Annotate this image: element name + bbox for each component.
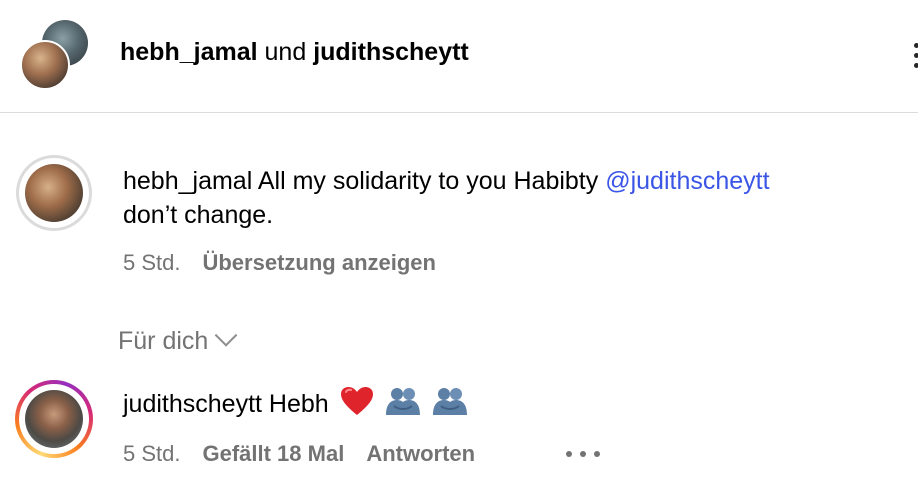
comment-more-options-icon[interactable]	[566, 451, 602, 459]
avatar-photo	[25, 390, 83, 448]
hugging-people-icon	[432, 386, 468, 425]
for-you-section-toggle[interactable]: Für dich	[118, 324, 238, 357]
comment-meta: 5 Std. Übersetzung anzeigen	[123, 249, 436, 277]
comment-mention-link[interactable]: @judithscheytt	[605, 167, 769, 195]
header-username-2[interactable]: judithscheytt	[313, 38, 469, 66]
thread-title: hebh_jamal und judithscheytt	[120, 36, 469, 68]
comment-text: Hebh	[268, 390, 329, 419]
comment-avatar[interactable]	[16, 155, 92, 231]
header-username-1[interactable]: hebh_jamal	[120, 38, 258, 66]
comment-thread-view: hebh_jamal und judithscheytt hebh_jamal …	[0, 0, 918, 488]
comment-username[interactable]: judithscheytt	[123, 390, 262, 418]
comment-avatar-story-ring[interactable]	[15, 380, 93, 458]
more-options-icon[interactable]	[904, 40, 918, 70]
hugging-people-icon	[385, 386, 421, 425]
comment-text-continued: don’t change.	[123, 201, 274, 229]
header-joiner: und	[264, 38, 307, 66]
chevron-down-icon	[214, 324, 238, 347]
comment-body: judithscheytt Hebh	[123, 386, 468, 425]
comment-body: hebh_jamal All my solidarity to you Habi…	[123, 164, 903, 232]
show-translation-button[interactable]: Übersetzung anzeigen	[202, 250, 435, 275]
reply-button[interactable]: Antworten	[366, 441, 475, 466]
red-heart-icon	[340, 386, 374, 425]
likes-count-button[interactable]: Gefällt 18 Mal	[202, 441, 344, 466]
comment-text: All my solidarity to you Habibty	[257, 167, 599, 195]
comment-username[interactable]: hebh_jamal	[123, 167, 252, 195]
comment-timestamp[interactable]: 5 Std.	[123, 441, 180, 466]
section-label: Für dich	[118, 327, 209, 355]
thread-header: hebh_jamal und judithscheytt	[0, 0, 918, 113]
avatar-hebh-jamal	[20, 40, 70, 90]
avatar-photo	[25, 164, 83, 222]
participants-avatar-stack[interactable]	[18, 18, 90, 90]
comment-timestamp[interactable]: 5 Std.	[123, 250, 180, 275]
comment-meta: 5 Std. Gefällt 18 Mal Antworten	[123, 440, 475, 468]
